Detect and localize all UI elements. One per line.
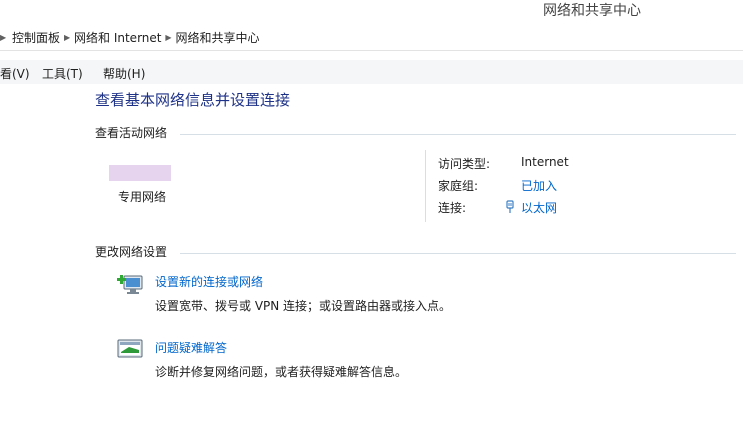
window-title: 网络和共享中心 — [543, 3, 641, 19]
ethernet-icon — [506, 200, 514, 213]
access-type-label: 访问类型: — [438, 157, 491, 171]
troubleshoot-description: 诊断并修复网络问题，或者获得疑难解答信息。 — [155, 365, 408, 379]
breadcrumb-item-control-panel[interactable]: 控制面板 — [12, 29, 60, 46]
connection-link[interactable]: 以太网 — [521, 199, 557, 216]
access-type-value: Internet — [521, 155, 569, 169]
breadcrumb-chevron-icon[interactable]: ▶ — [161, 33, 175, 42]
setup-new-connection-link[interactable]: 设置新的连接或网络 — [155, 273, 263, 290]
menu-tools[interactable]: 工具(T) — [42, 65, 83, 82]
network-sharing-center-window: 网络和共享中心 ▶ 控制面板 ▶ 网络和 Internet ▶ 网络和共享中心 … — [0, 0, 743, 428]
menu-view[interactable]: 看(V) — [0, 65, 30, 82]
network-icon — [109, 165, 171, 181]
breadcrumb-chevron-icon[interactable]: ▶ — [60, 33, 74, 42]
page-title: 查看基本网络信息并设置连接 — [95, 91, 291, 109]
troubleshoot-link[interactable]: 问题疑难解答 — [155, 339, 227, 356]
menu-bar: 看(V) 工具(T) 帮助(H) — [0, 60, 743, 84]
title-bar: 网络和共享中心 — [0, 0, 743, 22]
homegroup-link[interactable]: 已加入 — [521, 177, 557, 194]
vertical-divider — [425, 150, 426, 222]
section-divider — [180, 253, 736, 254]
section-divider — [180, 134, 736, 135]
new-connection-icon — [117, 275, 143, 294]
homegroup-label: 家庭组: — [438, 179, 479, 193]
breadcrumb-chevron-icon[interactable]: ▶ — [0, 33, 12, 42]
breadcrumb-item-network-internet[interactable]: 网络和 Internet — [74, 29, 161, 46]
connection-label: 连接: — [438, 201, 467, 215]
breadcrumb-item-network-sharing-center[interactable]: 网络和共享中心 — [175, 29, 259, 46]
address-bar: ▶ 控制面板 ▶ 网络和 Internet ▶ 网络和共享中心 — [0, 24, 743, 51]
change-settings-section-title: 更改网络设置 — [95, 245, 168, 259]
breadcrumb: ▶ 控制面板 ▶ 网络和 Internet ▶ 网络和共享中心 — [0, 29, 260, 46]
network-name[interactable]: 专用网络 — [118, 188, 166, 205]
menu-help[interactable]: 帮助(H) — [103, 65, 145, 82]
setup-new-connection-description: 设置宽带、拨号或 VPN 连接；或设置路由器或接入点。 — [155, 299, 452, 313]
active-networks-section-title: 查看活动网络 — [95, 126, 168, 140]
troubleshoot-icon — [117, 339, 143, 358]
